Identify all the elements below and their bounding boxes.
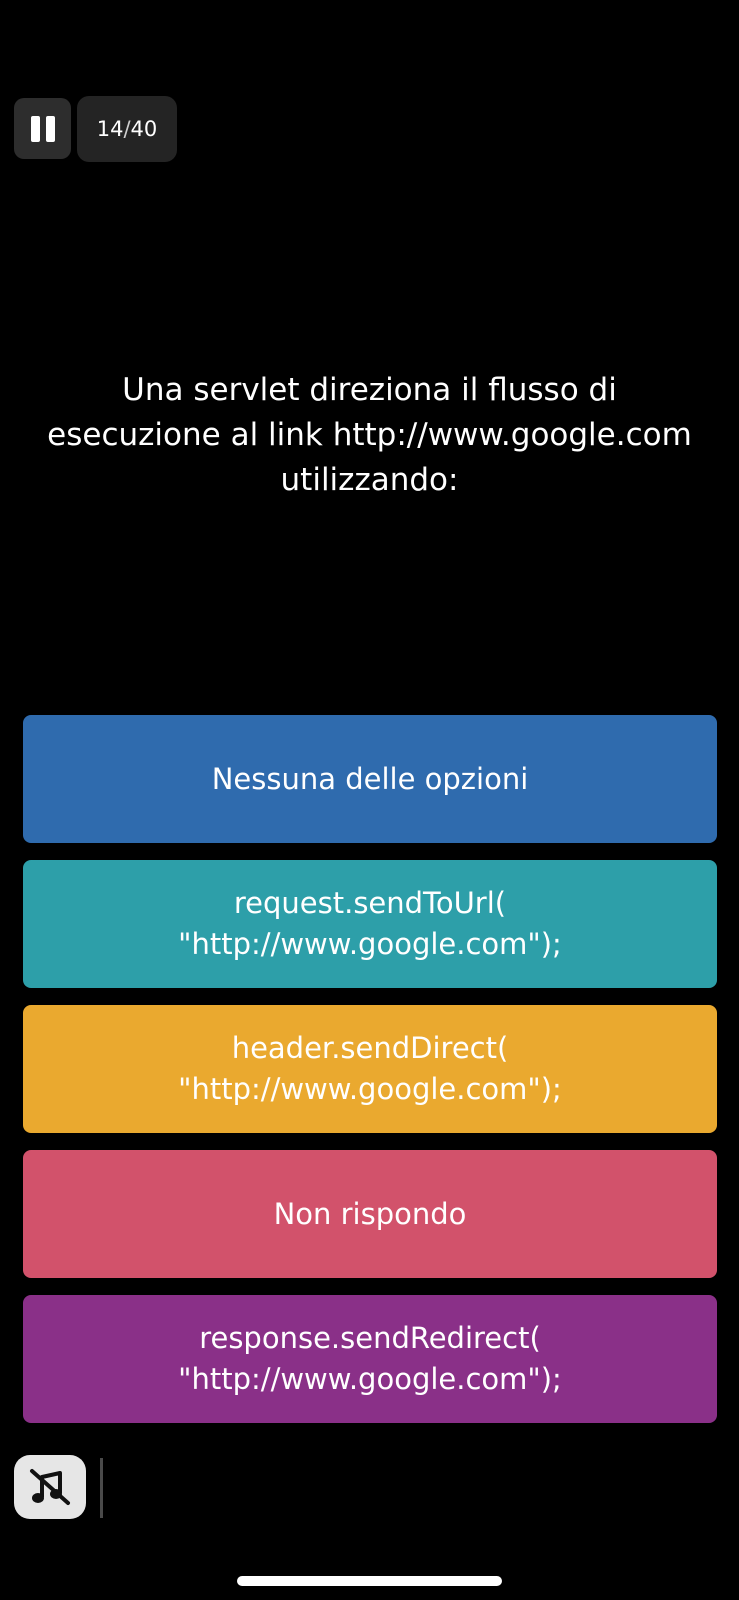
- question-counter: 14/40: [77, 96, 177, 162]
- answer-list: Nessuna delle opzioni request.sendToUrl(…: [23, 715, 717, 1440]
- answer-option-5[interactable]: response.sendRedirect( "http://www.googl…: [23, 1295, 717, 1423]
- counter-separator: /: [123, 117, 131, 141]
- answer-option-2[interactable]: request.sendToUrl( "http://www.google.co…: [23, 860, 717, 988]
- home-indicator[interactable]: [237, 1576, 502, 1586]
- answer-option-1[interactable]: Nessuna delle opzioni: [23, 715, 717, 843]
- counter-total: 40: [130, 117, 158, 141]
- pause-button[interactable]: [14, 98, 71, 159]
- pause-icon: [30, 115, 55, 142]
- answer-option-4[interactable]: Non rispondo: [23, 1150, 717, 1278]
- music-toggle-button[interactable]: [14, 1455, 86, 1519]
- question-text: Una servlet direziona il flusso di esecu…: [47, 372, 692, 498]
- counter-current: 14: [96, 117, 124, 141]
- answer-option-3[interactable]: header.sendDirect( "http://www.google.co…: [23, 1005, 717, 1133]
- music-muted-icon: [30, 1469, 70, 1505]
- footer-divider: [100, 1458, 103, 1518]
